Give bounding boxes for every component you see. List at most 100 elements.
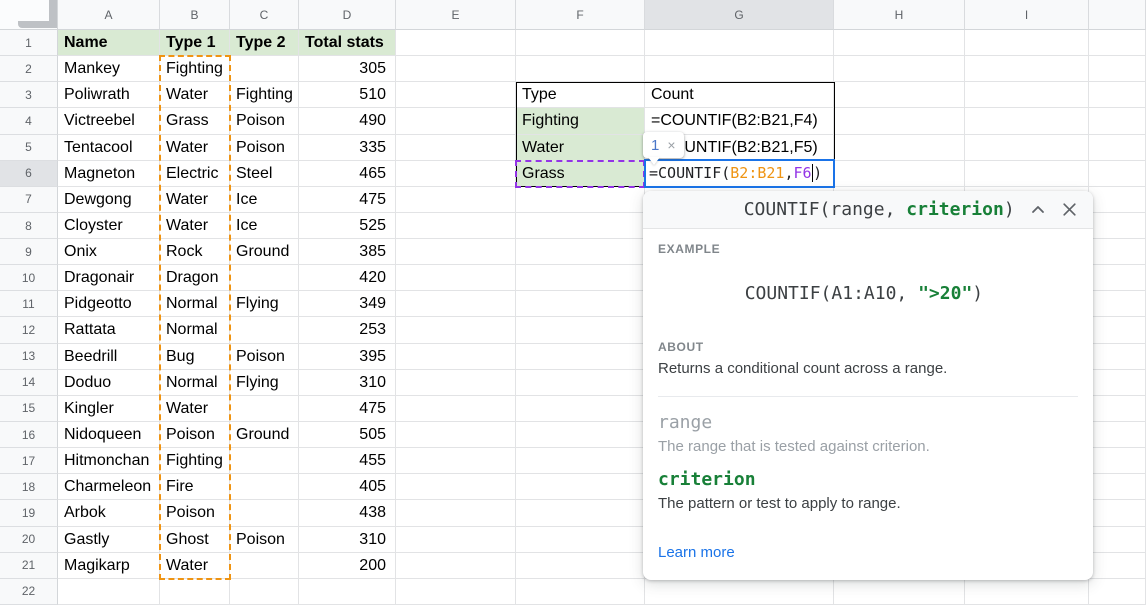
cell-H2[interactable] (834, 56, 965, 82)
cell-D20[interactable] (299, 527, 396, 553)
cell-F5[interactable] (516, 135, 645, 161)
close-icon[interactable] (1061, 200, 1079, 220)
cell-A12[interactable] (58, 317, 160, 343)
cell-I22[interactable] (965, 579, 1089, 605)
row-header-7[interactable]: 7 (0, 187, 58, 213)
cell-B15[interactable] (160, 396, 230, 422)
cell-J17[interactable] (1089, 448, 1146, 474)
row-header-1[interactable]: 1 (0, 30, 58, 56)
cell-H3[interactable] (834, 82, 965, 108)
cell-F10[interactable] (516, 265, 645, 291)
cell-A1[interactable] (58, 30, 160, 56)
row-header-10[interactable]: 10 (0, 265, 58, 291)
cell-A6[interactable] (58, 161, 160, 187)
cell-B1[interactable] (160, 30, 230, 56)
cell-J5[interactable] (1089, 135, 1146, 161)
column-header-E[interactable]: E (396, 0, 516, 30)
cell-F19[interactable] (516, 500, 645, 526)
cell-B19[interactable] (160, 500, 230, 526)
cell-J20[interactable] (1089, 527, 1146, 553)
cell-D14[interactable] (299, 370, 396, 396)
cell-A19[interactable] (58, 500, 160, 526)
cell-editor-G6[interactable]: =COUNTIF( B2:B21 , F6 ) (644, 159, 835, 188)
cell-A8[interactable] (58, 213, 160, 239)
cell-I4[interactable] (965, 108, 1089, 134)
cell-G4[interactable] (645, 108, 834, 134)
cell-E11[interactable] (396, 291, 516, 317)
cell-A9[interactable] (58, 239, 160, 265)
cell-J4[interactable] (1089, 108, 1146, 134)
column-header-I[interactable]: I (965, 0, 1089, 30)
cell-A21[interactable] (58, 553, 160, 579)
cell-C3[interactable] (230, 82, 299, 108)
cell-D3[interactable] (299, 82, 396, 108)
cell-G2[interactable] (645, 56, 834, 82)
column-header-H[interactable]: H (834, 0, 965, 30)
row-header-11[interactable]: 11 (0, 291, 58, 317)
cell-I3[interactable] (965, 82, 1089, 108)
cell-B20[interactable] (160, 527, 230, 553)
cell-B10[interactable] (160, 265, 230, 291)
cell-E9[interactable] (396, 239, 516, 265)
cell-F21[interactable] (516, 553, 645, 579)
collapse-chevron-up-icon[interactable] (1029, 200, 1047, 220)
cell-C17[interactable] (230, 448, 299, 474)
cell-D13[interactable] (299, 344, 396, 370)
cell-J13[interactable] (1089, 344, 1146, 370)
cell-B5[interactable] (160, 135, 230, 161)
cell-J12[interactable] (1089, 317, 1146, 343)
row-header-17[interactable]: 17 (0, 448, 58, 474)
cell-D1[interactable] (299, 30, 396, 56)
cell-J9[interactable] (1089, 239, 1146, 265)
column-header-J[interactable] (1089, 0, 1146, 30)
cell-J8[interactable] (1089, 213, 1146, 239)
cell-B4[interactable] (160, 108, 230, 134)
cell-C9[interactable] (230, 239, 299, 265)
cell-B3[interactable] (160, 82, 230, 108)
cell-E10[interactable] (396, 265, 516, 291)
cell-H5[interactable] (834, 135, 965, 161)
cell-D7[interactable] (299, 187, 396, 213)
cell-A11[interactable] (58, 291, 160, 317)
cell-A17[interactable] (58, 448, 160, 474)
cell-D17[interactable] (299, 448, 396, 474)
cell-J22[interactable] (1089, 579, 1146, 605)
cell-A5[interactable] (58, 135, 160, 161)
cell-J19[interactable] (1089, 500, 1146, 526)
cell-D15[interactable] (299, 396, 396, 422)
row-header-18[interactable]: 18 (0, 474, 58, 500)
cell-F22[interactable] (516, 579, 645, 605)
cell-B8[interactable] (160, 213, 230, 239)
cell-A22[interactable] (58, 579, 160, 605)
cell-E13[interactable] (396, 344, 516, 370)
cell-D10[interactable] (299, 265, 396, 291)
cell-B21[interactable] (160, 553, 230, 579)
column-header-G[interactable]: G (645, 0, 834, 30)
cell-F20[interactable] (516, 527, 645, 553)
cell-G3[interactable] (645, 82, 834, 108)
row-header-19[interactable]: 19 (0, 500, 58, 526)
column-header-D[interactable]: D (299, 0, 396, 30)
cell-B18[interactable] (160, 474, 230, 500)
row-header-13[interactable]: 13 (0, 344, 58, 370)
cell-H1[interactable] (834, 30, 965, 56)
cell-J1[interactable] (1089, 30, 1146, 56)
cell-C18[interactable] (230, 474, 299, 500)
cell-F3[interactable] (516, 82, 645, 108)
cell-J16[interactable] (1089, 422, 1146, 448)
cell-E3[interactable] (396, 82, 516, 108)
cell-A3[interactable] (58, 82, 160, 108)
cell-F2[interactable] (516, 56, 645, 82)
column-header-B[interactable]: B (160, 0, 230, 30)
cell-F11[interactable] (516, 291, 645, 317)
row-header-6[interactable]: 6 (0, 161, 58, 187)
cell-F9[interactable] (516, 239, 645, 265)
cell-J6[interactable] (1089, 161, 1146, 187)
column-header-F[interactable]: F (516, 0, 645, 30)
cell-C7[interactable] (230, 187, 299, 213)
cell-D22[interactable] (299, 579, 396, 605)
cell-C8[interactable] (230, 213, 299, 239)
cell-C21[interactable] (230, 553, 299, 579)
cell-C22[interactable] (230, 579, 299, 605)
cell-A2[interactable] (58, 56, 160, 82)
